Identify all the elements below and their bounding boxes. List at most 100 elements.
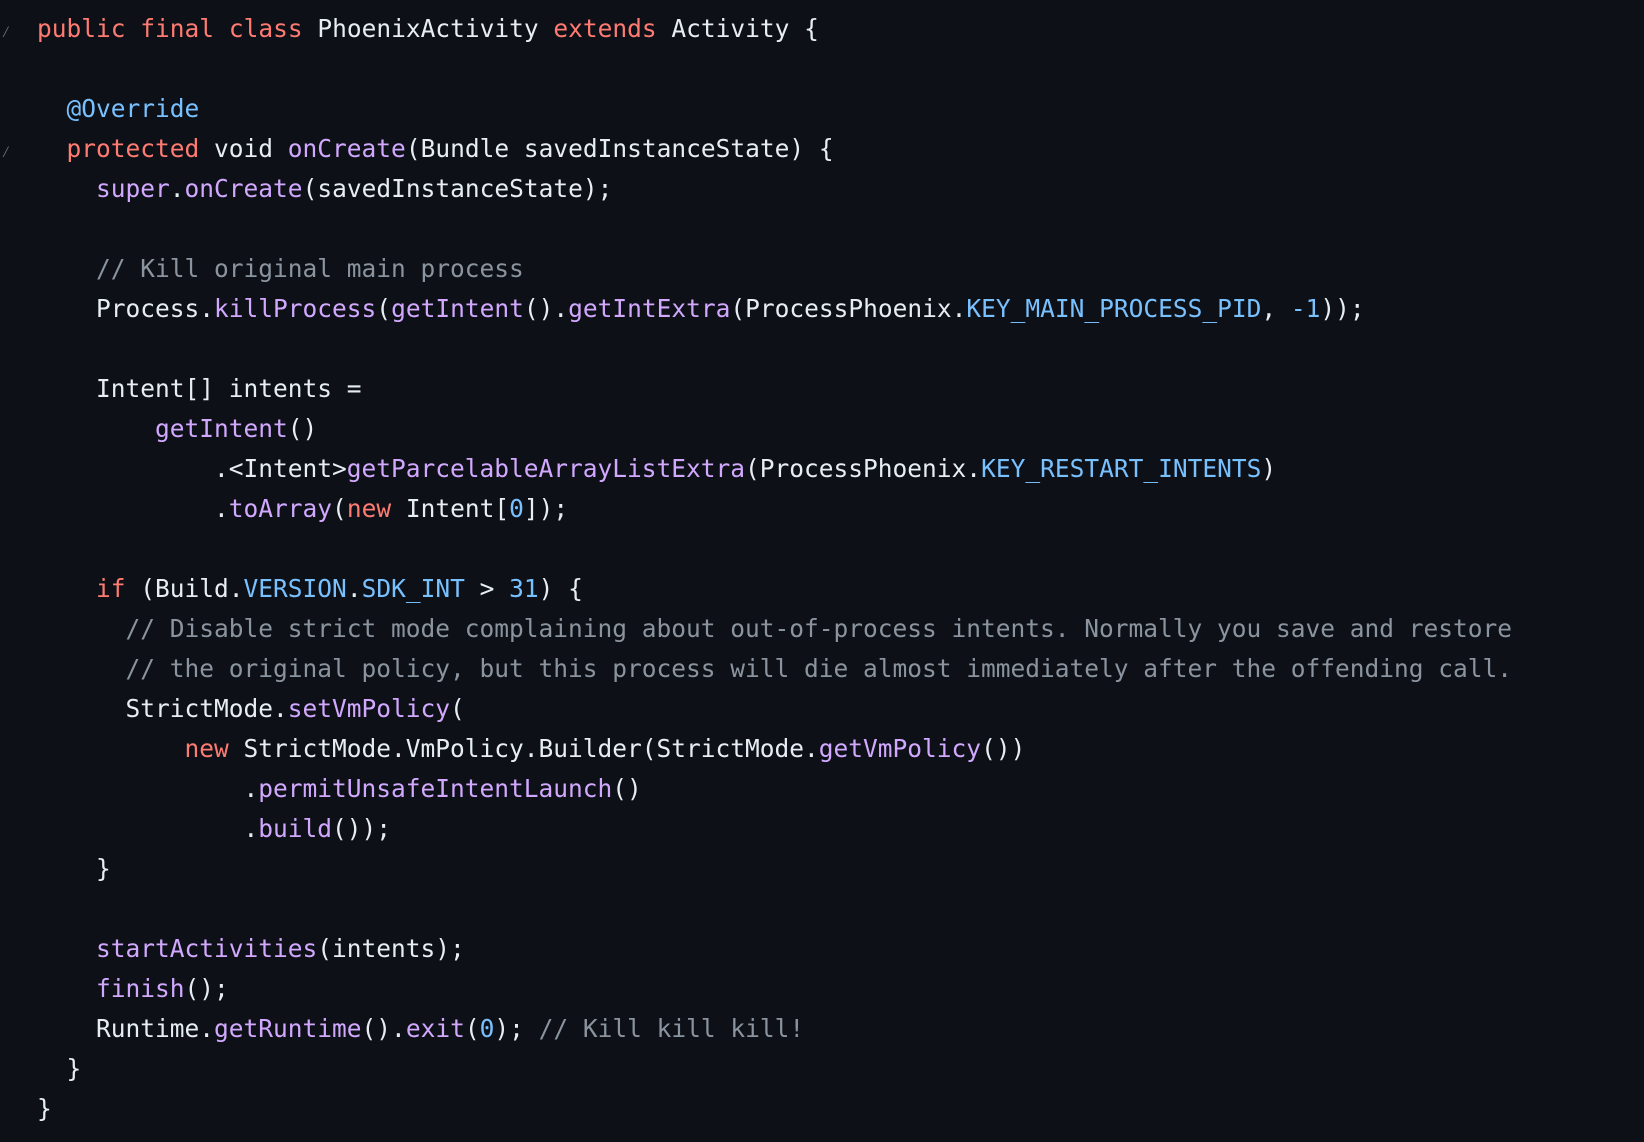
line-gutter xyxy=(0,409,14,449)
code-token: permitUnsafeIntentLaunch xyxy=(258,774,613,803)
code-token: SDK_INT xyxy=(361,574,465,603)
code-token: // Kill kill kill! xyxy=(538,1014,805,1043)
code-token: ( xyxy=(464,1014,480,1043)
code-token: } xyxy=(37,1094,52,1123)
code-token: setVmPolicy xyxy=(287,694,451,723)
code-token: exit xyxy=(405,1014,465,1043)
code-line: } xyxy=(0,1089,1644,1129)
code-token: protected xyxy=(66,134,200,163)
code-token: getRuntime xyxy=(214,1014,362,1043)
code-token: if xyxy=(96,574,126,603)
code-token: onCreate xyxy=(287,134,406,163)
code-text: } xyxy=(37,1049,82,1089)
code-line: .permitUnsafeIntentLaunch() xyxy=(0,769,1644,809)
line-gutter xyxy=(0,769,14,809)
code-line: .<Intent>getParcelableArrayListExtra(Pro… xyxy=(0,449,1644,489)
fold-chevron-icon[interactable]: ⁄ xyxy=(1,24,11,40)
code-token: ( xyxy=(332,494,347,523)
code-token: (). xyxy=(361,1014,406,1043)
code-token: Activity { xyxy=(656,14,819,43)
code-line xyxy=(0,209,1644,249)
line-gutter xyxy=(0,809,14,849)
code-token: onCreate xyxy=(184,174,303,203)
code-text: startActivities(intents); xyxy=(37,929,465,969)
code-token: () xyxy=(287,414,318,443)
line-gutter xyxy=(0,689,14,729)
line-gutter xyxy=(0,1009,14,1049)
code-token: StrictMode.VmPolicy.Builder(StrictMode. xyxy=(228,734,819,763)
line-gutter xyxy=(0,649,14,689)
code-token: toArray xyxy=(228,494,333,523)
code-text: Runtime.getRuntime().exit(0); // Kill ki… xyxy=(37,1009,804,1049)
fold-chevron-icon[interactable]: ⁄ xyxy=(1,144,11,160)
code-token: 0 xyxy=(479,1014,495,1043)
code-token: ]); xyxy=(523,494,569,523)
code-token: . xyxy=(243,774,259,803)
code-token: ( xyxy=(376,294,392,323)
code-token: public xyxy=(37,14,126,43)
line-gutter xyxy=(0,329,14,369)
code-token: void xyxy=(199,134,288,163)
code-token: new xyxy=(184,734,229,763)
code-token: killProcess xyxy=(214,294,377,323)
code-token: (Bundle savedInstanceState) { xyxy=(405,134,834,163)
code-token: Intent[ xyxy=(391,494,510,523)
line-gutter xyxy=(0,209,14,249)
line-gutter[interactable]: ⁄ xyxy=(0,9,14,49)
code-token: KEY_RESTART_INTENTS xyxy=(981,454,1262,483)
code-token: () xyxy=(612,774,642,803)
code-text: .toArray(new Intent[0]); xyxy=(37,489,568,529)
line-gutter xyxy=(0,1049,14,1089)
line-gutter xyxy=(0,609,14,649)
code-text: // Kill original main process xyxy=(37,249,524,289)
code-token: (). xyxy=(523,294,569,323)
code-token: (); xyxy=(184,974,229,1003)
line-gutter[interactable]: ⁄ xyxy=(0,129,14,169)
code-line xyxy=(0,889,1644,929)
code-text: @Override xyxy=(37,89,200,129)
code-view[interactable]: ⁄ public final class PhoenixActivity exte… xyxy=(0,9,1644,1129)
code-token: StrictMode. xyxy=(125,694,288,723)
code-line: getIntent() xyxy=(0,409,1644,449)
code-token: ) xyxy=(1261,454,1277,483)
code-token: final xyxy=(140,14,215,43)
code-token: (ProcessPhoenix. xyxy=(730,294,967,323)
code-token: extends xyxy=(553,14,657,43)
code-line xyxy=(0,329,1644,369)
code-text: public final class PhoenixActivity exten… xyxy=(37,9,819,49)
code-line: Process.killProcess(getIntent().getIntEx… xyxy=(0,289,1644,329)
code-text: Process.killProcess(getIntent().getIntEx… xyxy=(37,289,1365,329)
code-token: (intents); xyxy=(317,934,465,963)
code-token: finish xyxy=(96,974,185,1003)
code-text: StrictMode.setVmPolicy( xyxy=(37,689,465,729)
code-token: . xyxy=(169,174,185,203)
code-text: getIntent() xyxy=(37,409,317,449)
code-token: ( xyxy=(450,694,465,723)
code-token: class xyxy=(228,14,303,43)
code-text: } xyxy=(37,1089,52,1129)
code-token: getIntExtra xyxy=(568,294,731,323)
code-token: . xyxy=(243,814,259,843)
code-text: .<Intent>getParcelableArrayListExtra(Pro… xyxy=(37,449,1276,489)
line-gutter xyxy=(0,89,14,129)
code-token: getIntent xyxy=(155,414,288,443)
code-token: } xyxy=(66,1054,82,1083)
code-text: .build()); xyxy=(37,809,392,849)
code-text: Intent[] intents = xyxy=(37,369,362,409)
code-text: super.onCreate(savedInstanceState); xyxy=(37,169,612,209)
code-line xyxy=(0,49,1644,89)
code-token: } xyxy=(96,854,111,883)
code-text: finish(); xyxy=(37,969,229,1009)
